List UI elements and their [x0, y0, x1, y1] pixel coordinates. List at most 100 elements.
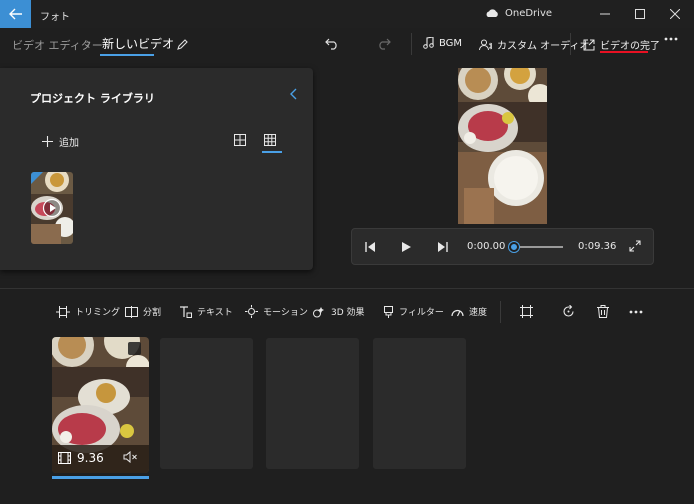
player-controls: 0:00.00 0:09.36 — [351, 228, 654, 265]
close-icon — [670, 9, 680, 19]
filter-label: フィルター — [399, 308, 444, 318]
clip-duration-value: 9.36 — [77, 451, 104, 465]
small-grid-view-button[interactable] — [264, 134, 276, 146]
speed-button[interactable]: 速度 — [451, 305, 487, 318]
maximize-button[interactable] — [625, 4, 655, 24]
step-forward-icon — [438, 242, 448, 252]
music-note-icon — [423, 37, 434, 49]
motion-button[interactable]: モーション — [245, 305, 308, 318]
project-title[interactable]: 新しいビデオ — [102, 35, 174, 52]
filter-button[interactable]: フィルター — [383, 305, 444, 318]
redo-icon — [379, 38, 391, 50]
export-icon — [583, 39, 595, 51]
selected-clip-indicator — [52, 476, 149, 479]
storyboard-empty-slot[interactable] — [266, 338, 359, 469]
seek-bar[interactable] — [513, 246, 563, 248]
large-grid-view-button[interactable] — [234, 134, 246, 146]
toolbar-separator — [411, 33, 412, 55]
trim-icon — [56, 305, 70, 318]
arrow-left-icon — [8, 8, 22, 20]
back-button[interactable] — [0, 0, 31, 28]
onedrive-status[interactable]: OneDrive — [485, 8, 552, 19]
3d-effects-button[interactable]: 3D 効果 — [313, 305, 365, 318]
undo-icon — [325, 38, 337, 50]
section-divider — [0, 288, 694, 289]
speed-label: 速度 — [469, 308, 488, 318]
clip-duration: 9.36 — [58, 451, 104, 465]
bgm-label: BGM — [439, 37, 463, 49]
split-label: 分割 — [143, 308, 162, 318]
clip-mute-button[interactable] — [123, 451, 138, 463]
bgm-button[interactable]: BGM — [423, 37, 462, 49]
seek-thumb[interactable] — [509, 242, 519, 252]
delete-button[interactable] — [597, 305, 609, 318]
maximize-icon — [635, 9, 645, 19]
finish-video-label: ビデオの完了 — [600, 41, 660, 52]
toolbar-separator — [570, 33, 571, 55]
speedometer-icon — [451, 307, 464, 317]
speaker-muted-icon — [123, 451, 137, 463]
grid-large-icon — [234, 134, 246, 146]
breadcrumb-separator: › — [86, 36, 91, 50]
split-button[interactable]: 分割 — [125, 305, 161, 318]
fullscreen-button[interactable] — [629, 240, 641, 252]
more-options-button[interactable] — [664, 37, 678, 41]
edit-toolbar-separator — [500, 301, 501, 323]
play-button[interactable] — [400, 241, 412, 253]
trash-icon — [597, 305, 609, 318]
food-photo-thumbnail — [31, 172, 73, 244]
video-preview[interactable] — [458, 68, 547, 224]
chevron-left-icon — [290, 88, 297, 100]
onedrive-label: OneDrive — [505, 8, 553, 19]
project-library-panel: プロジェクト ライブラリ 追加 — [0, 68, 313, 270]
clip-select-checkbox[interactable] — [128, 342, 141, 355]
grid-small-icon — [264, 134, 276, 146]
storyboard-empty-slot[interactable] — [373, 338, 466, 469]
view-toggle-underline — [262, 151, 282, 153]
crop-frame-icon — [520, 305, 533, 318]
expand-icon — [629, 240, 641, 252]
person-audio-icon — [479, 39, 492, 51]
add-label: 追加 — [59, 138, 79, 149]
step-back-icon — [365, 242, 375, 252]
pencil-icon — [176, 38, 188, 50]
finish-video-button[interactable]: ビデオの完了 — [583, 37, 660, 52]
3d-effects-label: 3D 効果 — [331, 308, 365, 318]
storyboard-empty-slot[interactable] — [160, 338, 253, 469]
next-frame-button[interactable] — [437, 241, 449, 253]
app-title: フォト — [40, 12, 70, 23]
custom-audio-button[interactable]: カスタム オーディオ — [479, 37, 589, 52]
play-icon — [402, 242, 411, 252]
redo-button[interactable] — [374, 34, 394, 54]
3d-effects-icon — [313, 306, 326, 318]
rotate-icon — [563, 305, 574, 317]
rotate-button[interactable] — [562, 305, 575, 318]
project-title-underline — [100, 54, 154, 56]
filter-icon — [383, 305, 394, 318]
motion-label: モーション — [263, 308, 308, 318]
minimize-button[interactable] — [590, 4, 620, 24]
ellipsis-icon — [629, 310, 643, 314]
previous-frame-button[interactable] — [364, 241, 376, 253]
custom-audio-label: カスタム オーディオ — [497, 41, 590, 52]
collapse-library-button[interactable] — [290, 88, 298, 100]
undo-button[interactable] — [322, 34, 342, 54]
library-title: プロジェクト ライブラリ — [30, 92, 155, 105]
text-label: テキスト — [197, 308, 233, 318]
trim-label: トリミング — [75, 308, 121, 318]
rename-button[interactable] — [172, 34, 192, 54]
cloud-icon — [485, 9, 499, 18]
close-button[interactable] — [660, 4, 690, 24]
film-strip-icon — [58, 452, 71, 464]
plus-icon — [42, 136, 53, 147]
library-clip-thumbnail[interactable] — [31, 172, 73, 244]
finish-underline — [600, 51, 648, 53]
add-media-button[interactable]: 追加 — [42, 134, 79, 149]
split-icon — [125, 305, 138, 318]
current-time: 0:00.00 — [467, 241, 506, 252]
more-edit-options-button[interactable] — [629, 310, 643, 314]
trim-button[interactable]: トリミング — [56, 305, 120, 318]
text-icon — [179, 305, 192, 318]
text-button[interactable]: テキスト — [179, 305, 233, 318]
resize-button[interactable] — [520, 305, 533, 318]
